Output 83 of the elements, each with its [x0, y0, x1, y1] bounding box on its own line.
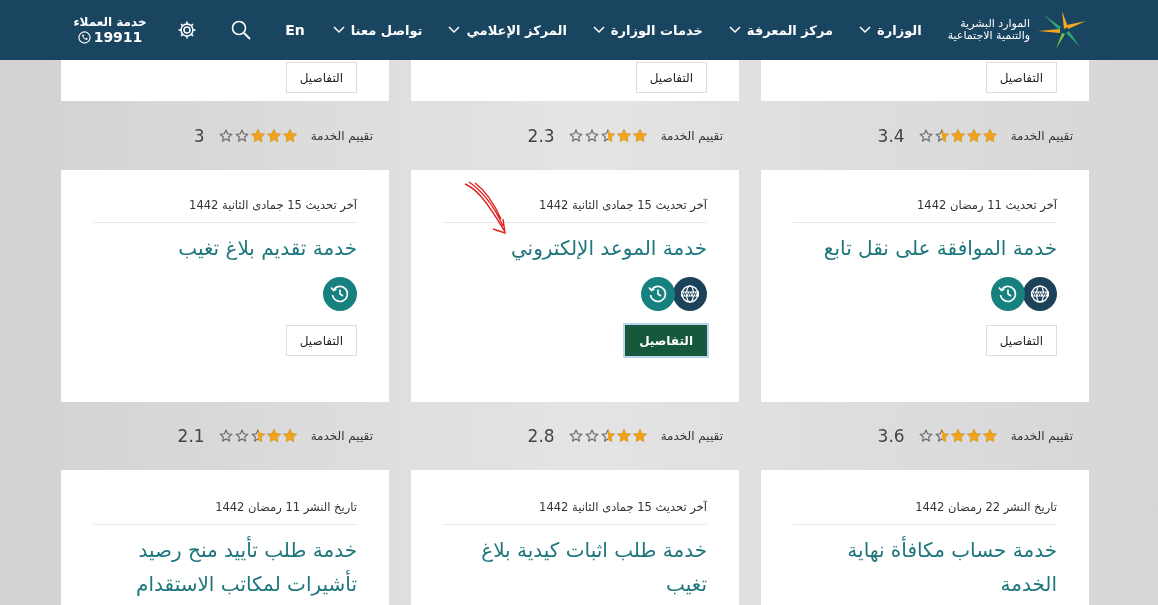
- rating-label: تقييم الخدمة: [1010, 429, 1073, 443]
- star-icon: [632, 128, 647, 143]
- nav-menu-item[interactable]: خدمات الوزارة: [592, 22, 703, 38]
- rating-value: 2.8: [527, 426, 555, 446]
- caret-icon[interactable]: [728, 26, 741, 34]
- update-date: آخر تحديث 15 جمادى الثانية 1442: [93, 198, 357, 223]
- phone-icon: [77, 30, 91, 44]
- logo-text: والتنمية الاجتماعية: [947, 30, 1030, 42]
- star-icon: [234, 128, 249, 143]
- rating-value: 2.3: [527, 125, 555, 146]
- rating-label: تقييم الخدمة: [310, 128, 373, 143]
- star-icon: [282, 429, 297, 443]
- phone-number[interactable]: 19911: [93, 29, 143, 45]
- star-icon: [950, 128, 965, 143]
- rating-label: تقييم الخدمة: [1010, 128, 1073, 143]
- star-icon: [934, 429, 949, 443]
- star-icon: [982, 429, 997, 443]
- rating-label: تقييم الخدمة: [660, 429, 723, 443]
- update-date: آخر تحديث 15 جمادى الثانية 1442: [443, 500, 707, 525]
- caret-icon[interactable]: [592, 26, 605, 34]
- star-icon: [616, 128, 631, 143]
- details-button[interactable]: التفاصيل: [285, 62, 357, 93]
- star-icon: [950, 429, 965, 443]
- service-title[interactable]: خدمة الموافقة على نقل تابع: [793, 231, 1057, 265]
- star-icon: [918, 429, 933, 443]
- star-icon: [568, 128, 583, 143]
- customer-service-label: خدمة العملاء: [73, 15, 147, 29]
- service-title[interactable]: خدمة طلب اثبات كيدية بلاغ تغيب: [443, 533, 707, 601]
- globe-icon[interactable]: [673, 277, 707, 311]
- star-icon: [234, 429, 249, 443]
- update-date: آخر تحديث 11 رمضان 1442: [793, 198, 1057, 223]
- nav-menu-item[interactable]: المركز الإعلامي: [448, 22, 567, 38]
- caret-icon[interactable]: [332, 26, 345, 34]
- star-icon: [218, 128, 233, 143]
- star-icon: [250, 429, 265, 443]
- rating-value: 2.1: [177, 426, 205, 446]
- rating-label: تقييم الخدمة: [660, 128, 723, 143]
- star-icon: [568, 429, 583, 443]
- rating-label: تقييم الخدمة: [310, 429, 373, 443]
- globe-icon[interactable]: [1023, 277, 1057, 311]
- update-date: تاريخ النشر 11 رمضان 1442: [93, 500, 357, 525]
- star-icon: [616, 429, 631, 443]
- rating-value: 3.4: [877, 125, 905, 146]
- star-icon: [584, 128, 599, 143]
- service-title[interactable]: خدمة الموعد الإلكتروني: [443, 231, 707, 265]
- details-button[interactable]: التفاصيل: [635, 62, 707, 93]
- nav-menu-item[interactable]: مركز المعرفة: [728, 22, 834, 38]
- details-button[interactable]: التفاصيل: [985, 62, 1057, 93]
- star-icon: [218, 429, 233, 443]
- star-icon: [266, 429, 281, 443]
- rating-value: 3.6: [877, 426, 905, 446]
- service-title[interactable]: خدمة تقديم بلاغ تغيب: [93, 231, 357, 265]
- star-icon: [966, 128, 981, 143]
- star-icon: [934, 128, 949, 143]
- nav-menu-item[interactable]: تواصل معنا: [332, 22, 423, 38]
- caret-icon[interactable]: [859, 26, 872, 34]
- update-date: تاريخ النشر 22 رمضان 1442: [793, 500, 1057, 525]
- language-link[interactable]: En: [285, 22, 305, 38]
- star-icon: [266, 128, 281, 143]
- service-title[interactable]: خدمة طلب تأييد منح رصيد تأشيرات لمكاتب الاستقدام: [93, 533, 357, 601]
- history-icon[interactable]: [641, 277, 675, 311]
- details-button[interactable]: التفاصيل: [625, 325, 707, 356]
- star-icon: [632, 429, 647, 443]
- star-icon: [600, 429, 615, 443]
- service-title[interactable]: خدمة حساب مكافأة نهاية الخدمة: [793, 533, 1057, 601]
- history-icon[interactable]: [991, 277, 1025, 311]
- history-icon[interactable]: [323, 277, 357, 311]
- star-icon: [250, 128, 265, 143]
- rating-value: 3: [193, 125, 205, 146]
- details-button[interactable]: التفاصيل: [985, 325, 1057, 356]
- settings-icon[interactable]: [177, 20, 198, 40]
- search-icon[interactable]: [231, 20, 252, 40]
- details-button[interactable]: التفاصيل: [285, 325, 357, 356]
- star-icon: [982, 128, 997, 143]
- star-icon: [918, 128, 933, 143]
- star-icon: [966, 429, 981, 443]
- nav-menu-item[interactable]: الوزارة: [859, 22, 922, 38]
- star-icon: [600, 128, 615, 143]
- logo-text: الموارد البشرية: [960, 18, 1030, 30]
- caret-icon[interactable]: [448, 26, 461, 34]
- star-icon: [584, 429, 599, 443]
- update-date: آخر تحديث 15 جمادى الثانية 1442: [443, 198, 707, 223]
- star-icon: [282, 128, 297, 143]
